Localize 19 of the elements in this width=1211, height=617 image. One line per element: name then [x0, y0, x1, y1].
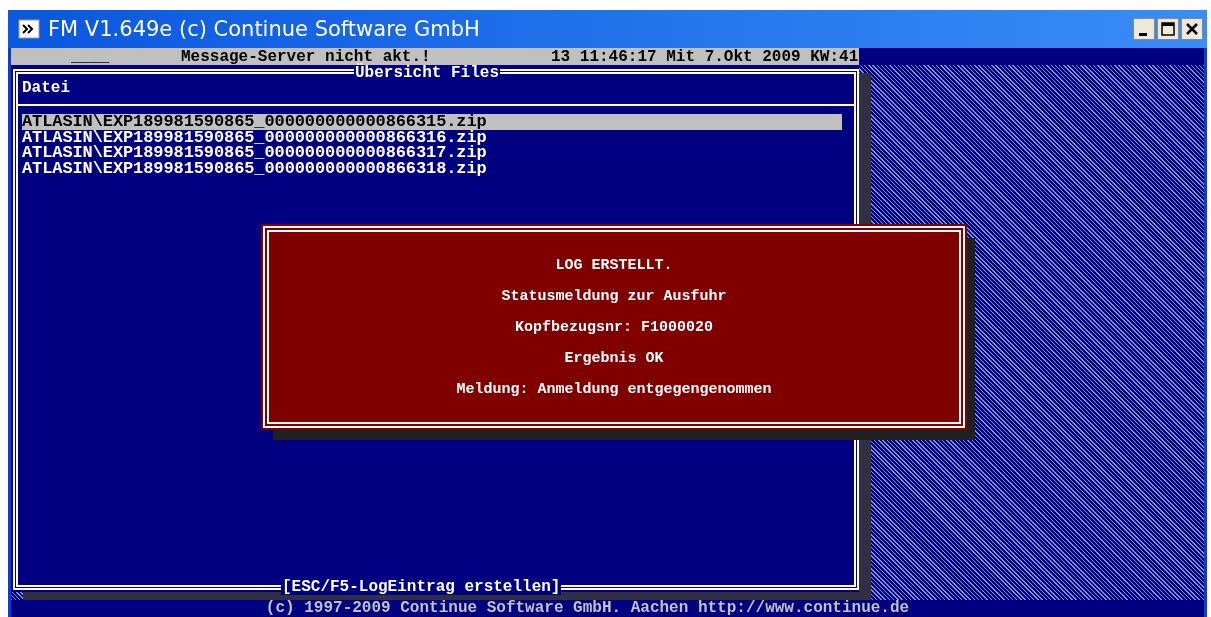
key-hint: [ESC/F5-LogEintrag erstellen] [281, 579, 562, 595]
file-row[interactable]: ATLASIN\EXP189981590865_000000000000866318.zip [22, 160, 850, 176]
copyright-footer: (c) 1997-2009 Continue Software GmbH. Aachen http://www.continue.de [11, 600, 1204, 617]
maximize-icon[interactable] [1157, 18, 1179, 40]
column-header: Datei [18, 80, 854, 106]
window-title: FM V1.649e (c) Continue Software GmbH [48, 17, 481, 41]
file-row[interactable]: ATLASIN\EXP189981590865_000000000000866317.zip [22, 145, 850, 161]
close-icon[interactable] [1181, 18, 1203, 40]
dialog-text: LOG ERSTELLT. [555, 255, 673, 275]
file-row[interactable]: ATLASIN\EXP189981590865_000000000000866316.zip [22, 129, 850, 145]
console-app-icon [18, 19, 40, 39]
date-time: 13 11:46:17 Mit 7.Okt 2009 KW:41 [551, 48, 859, 65]
file-row[interactable]: ATLASIN\EXP189981590865_000000000000866315.zip [22, 114, 842, 130]
dialog-text: Ergebnis OK [564, 348, 664, 368]
dialog-text: Statusmeldung zur Ausfuhr [501, 286, 727, 306]
dialog-text: Meldung: Anmeldung entgegengenommen [456, 379, 772, 399]
status-field: ____ [71, 48, 181, 65]
minimize-icon[interactable] [1133, 18, 1155, 40]
dialog-text: Kopfbezugsnr: F1000020 [514, 317, 713, 337]
